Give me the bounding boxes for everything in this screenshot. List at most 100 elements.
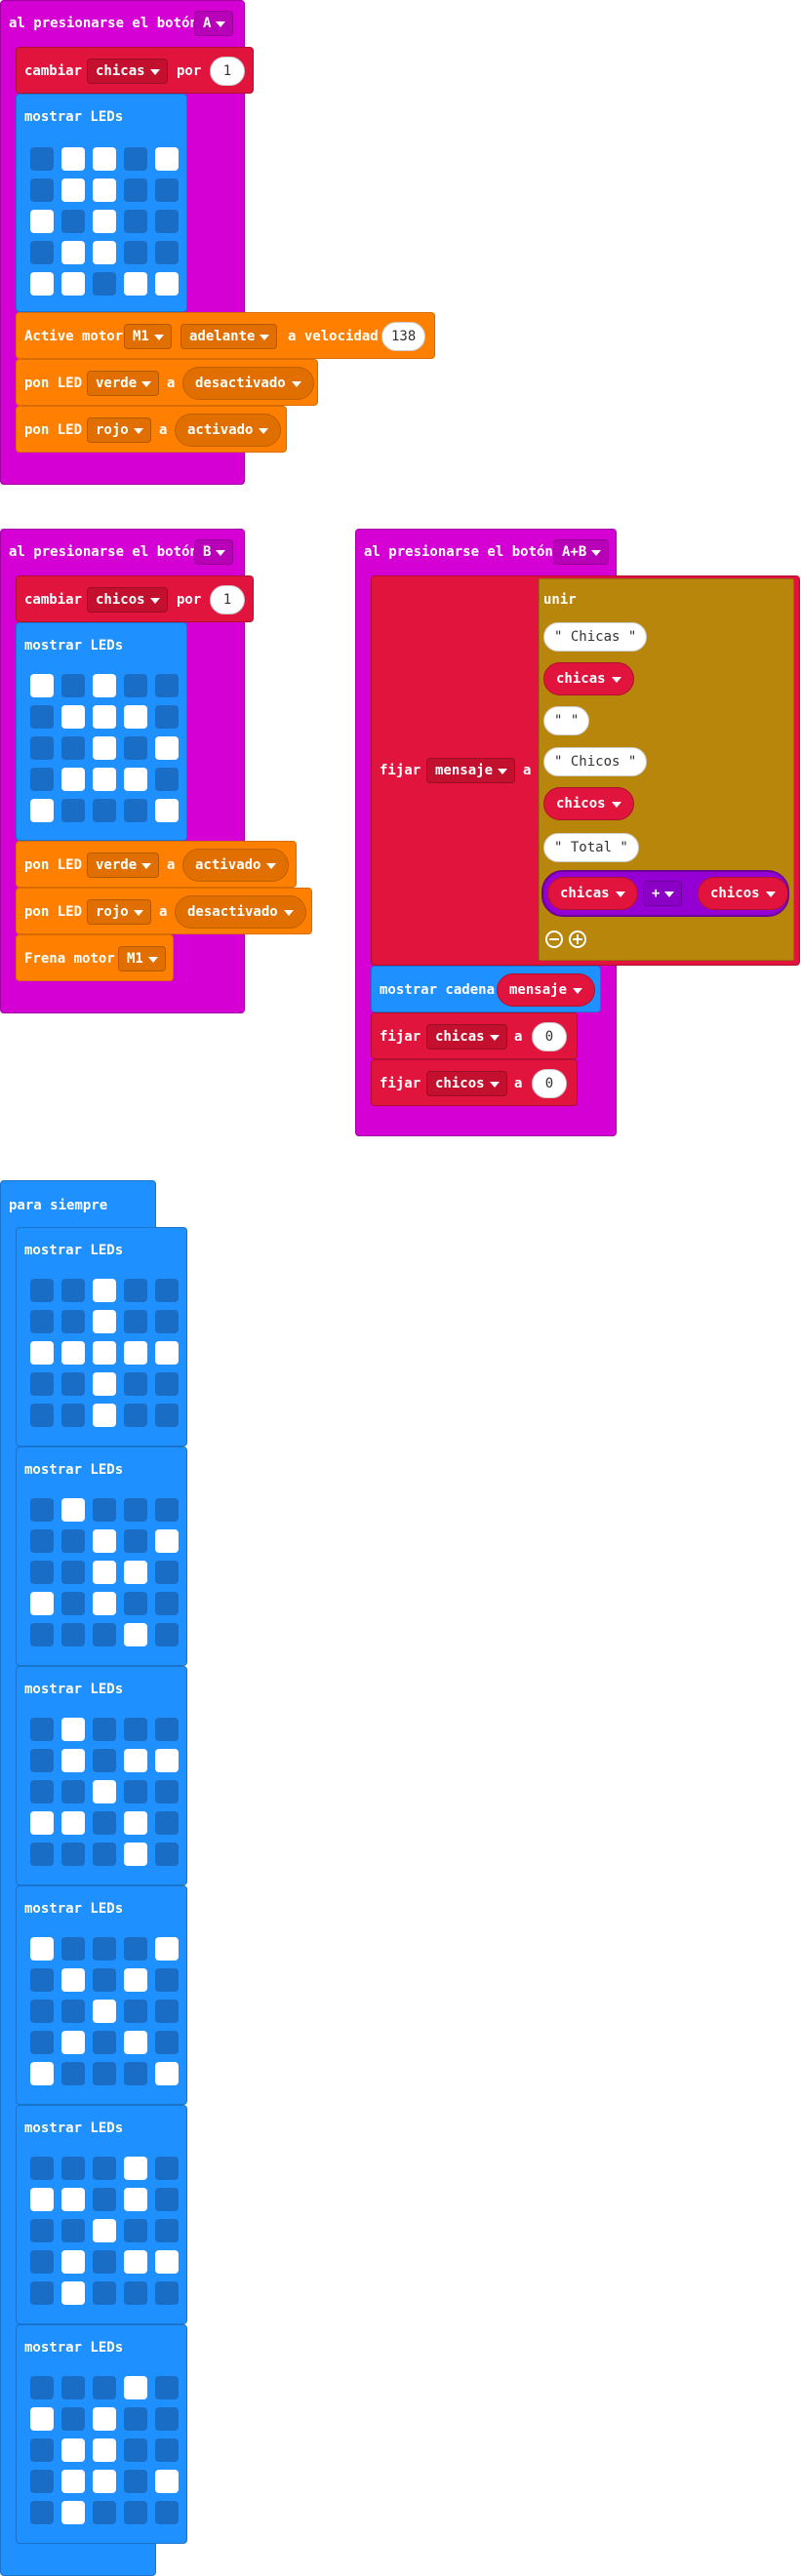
- led-off[interactable]: [93, 2501, 116, 2524]
- led-off[interactable]: [93, 799, 116, 822]
- change-value-input[interactable]: 1: [210, 57, 245, 86]
- led-off[interactable]: [155, 768, 179, 791]
- led-on[interactable]: [61, 147, 85, 171]
- led-off[interactable]: [124, 178, 147, 202]
- show-leds-block[interactable]: mostrar LEDs: [16, 94, 187, 312]
- led-on[interactable]: [61, 1341, 85, 1365]
- led-on[interactable]: [61, 2470, 85, 2493]
- led-off[interactable]: [93, 1749, 116, 1772]
- led-off[interactable]: [30, 178, 54, 202]
- led-off[interactable]: [30, 2157, 54, 2180]
- led-off[interactable]: [30, 1843, 54, 1866]
- show-leds-block[interactable]: mostrar LEDs: [16, 1447, 187, 1666]
- button-ab-dropdown[interactable]: A+B: [553, 539, 610, 565]
- led-off[interactable]: [93, 272, 116, 296]
- led-off[interactable]: [61, 736, 85, 760]
- led-color-dropdown[interactable]: verde: [87, 852, 160, 878]
- led-on[interactable]: [93, 241, 116, 264]
- led-on[interactable]: [93, 1561, 116, 1584]
- led-off[interactable]: [93, 2062, 116, 2085]
- set-chicos-block[interactable]: fijar chicos a 0: [371, 1059, 578, 1106]
- led-on[interactable]: [30, 272, 54, 296]
- led-grid[interactable]: [30, 674, 179, 822]
- show-leds-block[interactable]: mostrar LEDs: [16, 2324, 187, 2544]
- led-color-dropdown[interactable]: rojo: [87, 899, 151, 925]
- show-leds-block[interactable]: mostrar LEDs: [16, 2105, 187, 2324]
- led-off[interactable]: [93, 2376, 116, 2399]
- led-on[interactable]: [61, 2501, 85, 2524]
- led-on[interactable]: [61, 2438, 85, 2462]
- led-off[interactable]: [61, 1937, 85, 1961]
- led-off[interactable]: [124, 736, 147, 760]
- led-on[interactable]: [93, 2407, 116, 2431]
- led-on[interactable]: [155, 2062, 179, 2085]
- motor-on-block[interactable]: Active motor M1 adelante a velocidad 138: [16, 312, 435, 359]
- led-off[interactable]: [61, 2219, 85, 2242]
- led-off[interactable]: [124, 1310, 147, 1333]
- led-off[interactable]: [61, 2407, 85, 2431]
- led-on[interactable]: [124, 1811, 147, 1835]
- led-off[interactable]: [155, 2438, 179, 2462]
- led-on[interactable]: [93, 2000, 116, 2023]
- sum-right-reporter[interactable]: chicos: [698, 877, 788, 910]
- led-off[interactable]: [61, 1592, 85, 1615]
- led-off[interactable]: [93, 1718, 116, 1741]
- led-on[interactable]: [93, 768, 116, 791]
- show-leds-block[interactable]: mostrar LEDs: [16, 1227, 187, 1447]
- change-var-dropdown[interactable]: chicas: [87, 59, 168, 84]
- led-on[interactable]: [124, 1968, 147, 1992]
- led-off[interactable]: [93, 2031, 116, 2054]
- led-on[interactable]: [124, 1561, 147, 1584]
- led-off[interactable]: [124, 1498, 147, 1522]
- led-state-dropdown[interactable]: desactivado: [182, 367, 314, 400]
- led-off[interactable]: [30, 2470, 54, 2493]
- led-on[interactable]: [124, 705, 147, 729]
- led-off[interactable]: [124, 147, 147, 171]
- led-off[interactable]: [155, 2376, 179, 2399]
- change-value-input[interactable]: 1: [210, 585, 245, 614]
- led-off[interactable]: [30, 1404, 54, 1427]
- led-off[interactable]: [124, 2281, 147, 2305]
- led-on[interactable]: [93, 1592, 116, 1615]
- led-on[interactable]: [93, 210, 116, 233]
- led-off[interactable]: [61, 1372, 85, 1396]
- led-off[interactable]: [61, 1404, 85, 1427]
- led-state-dropdown[interactable]: activado: [175, 414, 282, 447]
- led-off[interactable]: [30, 1968, 54, 1992]
- led-on[interactable]: [93, 178, 116, 202]
- led-on[interactable]: [155, 1529, 179, 1553]
- led-off[interactable]: [30, 2438, 54, 2462]
- set-var-dropdown[interactable]: mensaje: [426, 758, 516, 783]
- led-off[interactable]: [30, 1310, 54, 1333]
- led-grid[interactable]: [30, 1718, 179, 1866]
- led-on[interactable]: [61, 2250, 85, 2274]
- led-off[interactable]: [155, 1279, 179, 1302]
- string-input[interactable]: " ": [543, 706, 590, 735]
- led-on[interactable]: [124, 272, 147, 296]
- led-off[interactable]: [61, 2376, 85, 2399]
- led-state-dropdown[interactable]: activado: [182, 849, 290, 882]
- led-on[interactable]: [61, 1718, 85, 1741]
- led-off[interactable]: [155, 2157, 179, 2180]
- led-off[interactable]: [155, 178, 179, 202]
- led-on[interactable]: [61, 1749, 85, 1772]
- string-input[interactable]: " Chicas ": [543, 622, 648, 652]
- motor-dropdown[interactable]: M1: [118, 946, 166, 971]
- led-on[interactable]: [61, 1968, 85, 1992]
- show-leds-block[interactable]: mostrar LEDs: [16, 622, 187, 841]
- set-chicas-block[interactable]: fijar chicas a 0: [371, 1012, 578, 1059]
- led-on[interactable]: [93, 147, 116, 171]
- direction-dropdown[interactable]: adelante: [180, 324, 278, 349]
- led-on[interactable]: [30, 210, 54, 233]
- led-state-dropdown[interactable]: desactivado: [175, 895, 306, 929]
- button-b-dropdown[interactable]: B: [194, 539, 234, 565]
- led-off[interactable]: [93, 1623, 116, 1646]
- led-off[interactable]: [61, 1843, 85, 1866]
- led-off[interactable]: [155, 1498, 179, 1522]
- led-off[interactable]: [124, 2000, 147, 2023]
- led-off[interactable]: [61, 210, 85, 233]
- change-chicos-block[interactable]: cambiar chicos por 1: [16, 575, 254, 622]
- led-off[interactable]: [30, 705, 54, 729]
- led-off[interactable]: [155, 1811, 179, 1835]
- led-off[interactable]: [93, 1937, 116, 1961]
